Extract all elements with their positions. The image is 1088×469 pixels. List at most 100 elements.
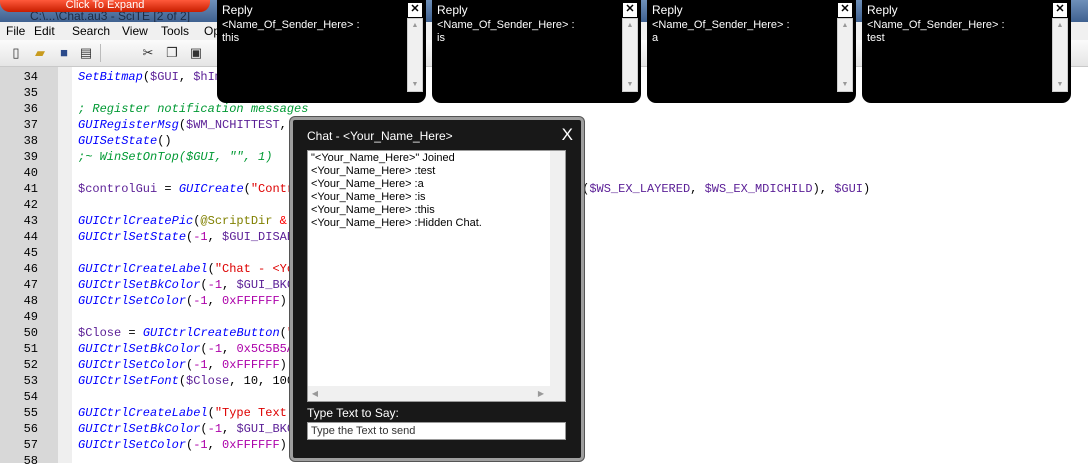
scroll-up-icon[interactable]: ▲: [408, 19, 422, 32]
reply-message: <Name_Of_Sender_Here> : a: [652, 19, 790, 44]
code-token: GUICtrlSetColor: [78, 358, 187, 372]
scroll-down-icon[interactable]: ▼: [408, 78, 422, 91]
reply-scrollbar[interactable]: ▲ ▼: [1052, 18, 1068, 92]
code-token: (: [200, 422, 208, 436]
menu-view[interactable]: View: [122, 24, 148, 38]
line-number: 46: [23, 262, 38, 276]
code-token: (: [200, 342, 208, 356]
expand-tab[interactable]: Click To Expand: [0, 0, 210, 12]
scroll-right-icon[interactable]: ▶: [534, 387, 548, 400]
line-number: 54: [23, 390, 38, 404]
code-token: GUISetState: [78, 134, 158, 148]
scroll-up-icon[interactable]: ▲: [838, 19, 852, 32]
menu-tools[interactable]: Tools: [161, 24, 189, 38]
reply-popup[interactable]: Reply ✕ <Name_Of_Sender_Here> : test ▲ ▼: [862, 0, 1071, 103]
paste-icon[interactable]: ▣: [188, 45, 204, 61]
line-number: 53: [23, 374, 38, 388]
reply-popup[interactable]: Reply ✕ <Name_Of_Sender_Here> : is ▲ ▼: [432, 0, 641, 103]
code-token: $Close: [78, 326, 122, 340]
chat-vertical-scrollbar[interactable]: [550, 151, 565, 386]
code-line: ; Register notification messages: [78, 101, 1088, 117]
save-icon[interactable]: ■: [56, 45, 72, 61]
code-token: -1: [207, 422, 223, 436]
close-icon[interactable]: ✕: [1053, 3, 1067, 17]
scroll-down-icon[interactable]: ▼: [1053, 78, 1067, 91]
scroll-down-icon[interactable]: ▼: [838, 78, 852, 91]
scroll-up-icon[interactable]: ▲: [623, 19, 637, 32]
code-token: 0xFFFFFF: [222, 438, 280, 452]
code-token: ;~ WinSetOnTop($GUI, "", 1): [78, 150, 273, 164]
line-number: 39: [23, 150, 38, 164]
print-icon[interactable]: ▤: [78, 45, 94, 61]
line-number: 43: [23, 214, 38, 228]
reply-scrollbar[interactable]: ▲ ▼: [622, 18, 638, 92]
reply-scrollbar[interactable]: ▲ ▼: [407, 18, 423, 92]
code-token: -1: [193, 358, 208, 372]
code-token: ,: [222, 342, 237, 356]
chat-log[interactable]: "<Your_Name_Here>" Joined <Your_Name_Her…: [307, 150, 566, 402]
code-token: $Close: [186, 374, 230, 388]
line-number: 56: [23, 422, 38, 436]
reply-popup[interactable]: Reply ✕ <Name_Of_Sender_Here> : a ▲ ▼: [647, 0, 856, 103]
code-token: ,: [222, 278, 237, 292]
code-token: SetBitmap: [78, 70, 143, 84]
message-input[interactable]: [307, 422, 566, 440]
code-token: ): [863, 182, 871, 196]
code-token: $WS_EX_LAYERED: [589, 182, 691, 196]
line-number: 35: [23, 86, 38, 100]
line-number: 50: [23, 326, 38, 340]
close-icon[interactable]: ✕: [838, 3, 852, 17]
line-number: 42: [23, 198, 38, 212]
close-icon[interactable]: ✕: [408, 3, 422, 17]
code-token: $WM_NCHITTEST: [186, 118, 280, 132]
code-token: (: [207, 406, 215, 420]
chat-title: Chat - <Your_Name_Here>: [307, 129, 453, 143]
code-token: $WS_EX_MDICHILD: [704, 182, 813, 196]
code-token: 0xFFFFFF: [222, 358, 280, 372]
new-file-icon[interactable]: ▯: [8, 45, 24, 61]
open-folder-icon[interactable]: ▰: [32, 45, 48, 61]
menu-file[interactable]: File: [6, 24, 25, 38]
code-token: -1: [207, 278, 223, 292]
reply-scrollbar[interactable]: ▲ ▼: [837, 18, 853, 92]
scroll-down-icon[interactable]: ▼: [623, 78, 637, 91]
line-number: 40: [23, 166, 38, 180]
code-token: ,: [207, 358, 223, 372]
code-token: ,: [178, 70, 194, 84]
chat-window[interactable]: Chat - <Your_Name_Here> X "<Your_Name_He…: [290, 117, 584, 461]
code-token: GUICtrlSetColor: [78, 438, 187, 452]
close-icon[interactable]: ✕: [623, 3, 637, 17]
code-token: ): [279, 438, 287, 452]
code-token: $GUI: [150, 70, 179, 84]
code-token: GUICtrlSetBkColor: [78, 342, 201, 356]
reply-title: Reply: [652, 3, 683, 17]
line-number: 44: [23, 230, 38, 244]
code-token: GUICtrlCreateLabel: [78, 406, 208, 420]
code-token: 0x5C5B5A: [236, 342, 295, 356]
code-token: (: [200, 278, 208, 292]
code-token: (: [142, 70, 151, 84]
code-token: ; Register notification messages: [78, 102, 309, 116]
menu-search[interactable]: Search: [72, 24, 110, 38]
reply-popup[interactable]: Reply ✕ <Name_Of_Sender_Here> : this ▲ ▼: [217, 0, 426, 103]
line-number: 36: [23, 102, 38, 116]
code-token: &: [279, 214, 287, 228]
code-token: $controlGui: [78, 182, 158, 196]
chat-horizontal-scrollbar[interactable]: ◀ ▶: [308, 386, 565, 401]
code-token: GUICtrlCreatePic: [78, 214, 194, 228]
cut-icon[interactable]: ✂: [140, 45, 156, 61]
scroll-up-icon[interactable]: ▲: [1053, 19, 1067, 32]
copy-icon[interactable]: ❐: [164, 45, 180, 61]
code-token: GUICtrlSetBkColor: [78, 278, 201, 292]
code-token: GUIRegisterMsg: [78, 118, 179, 132]
reply-message: <Name_Of_Sender_Here> : is: [437, 19, 575, 44]
scroll-left-icon[interactable]: ◀: [308, 387, 322, 400]
reply-title: Reply: [867, 3, 898, 17]
code-token: GUICtrlCreateLabel: [78, 262, 208, 276]
code-token: ,: [207, 230, 223, 244]
menu-edit[interactable]: Edit: [34, 24, 55, 38]
chat-close-button[interactable]: X: [562, 125, 573, 145]
line-number: 51: [23, 342, 38, 356]
line-number: 48: [23, 294, 38, 308]
